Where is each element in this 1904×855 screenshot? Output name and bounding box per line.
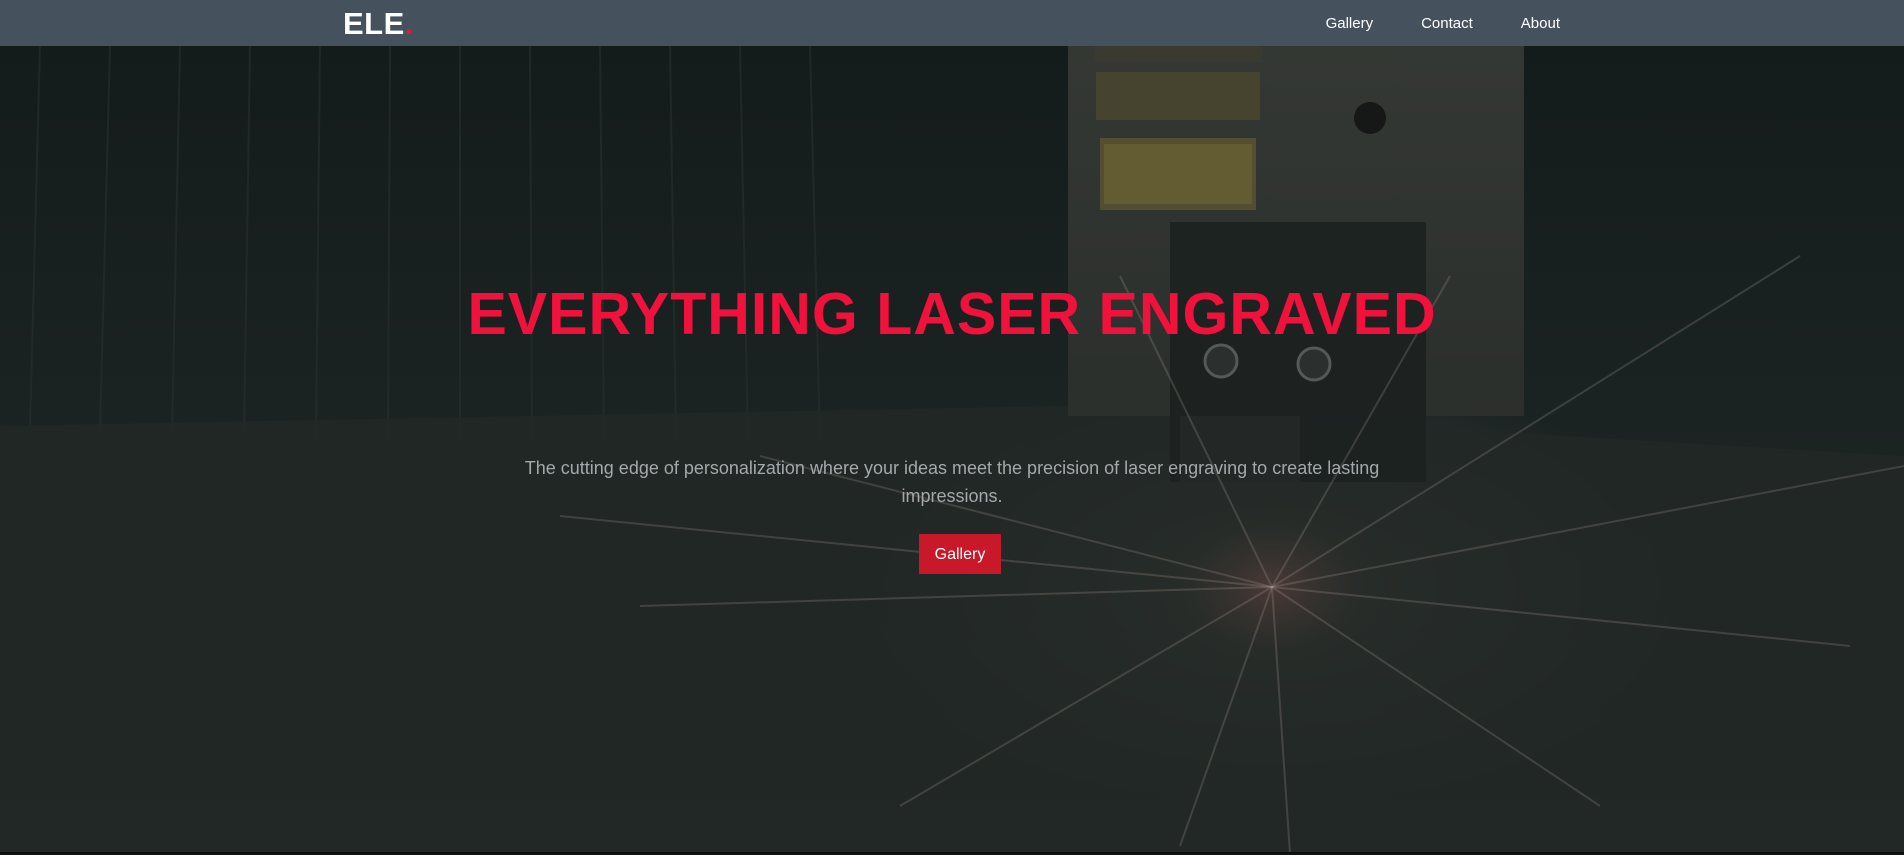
hero-background-image [0, 46, 1904, 854]
nav-link-about[interactable]: About [1521, 15, 1560, 32]
gallery-button[interactable]: Gallery [919, 534, 1001, 574]
page: ELE. Gallery Contact About EVERYTHING LA… [0, 0, 1904, 855]
brand-text: ELE [343, 6, 405, 41]
nav-link-contact[interactable]: Contact [1421, 15, 1473, 32]
brand-logo[interactable]: ELE. [343, 6, 414, 42]
hero-title: EVERYTHING LASER ENGRAVED [467, 281, 1437, 347]
hero-section: EVERYTHING LASER ENGRAVED The cutting ed… [0, 46, 1904, 854]
hero-bottom-border [0, 852, 1904, 854]
nav-link-gallery[interactable]: Gallery [1326, 15, 1374, 32]
nav-links: Gallery Contact About [1326, 0, 1560, 46]
navbar: ELE. Gallery Contact About [0, 0, 1904, 46]
brand-dot: . [404, 6, 414, 41]
hero-subtitle: The cutting edge of personalization wher… [524, 458, 1380, 506]
